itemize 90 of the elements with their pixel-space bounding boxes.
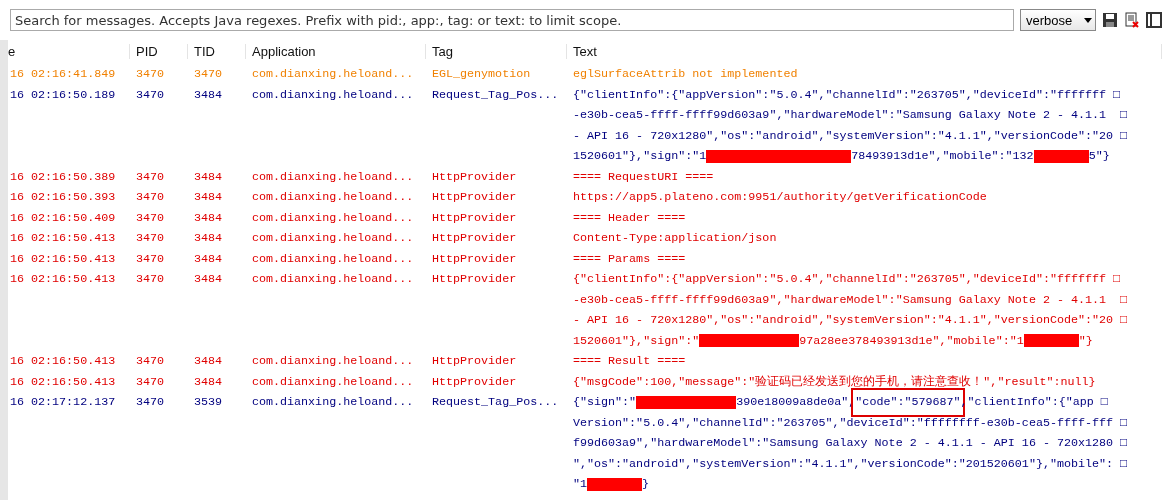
application-cell-text: com.dianxing.heloand... bbox=[251, 353, 415, 370]
redaction-mark bbox=[1033, 149, 1089, 163]
log-text-line: - API 16 - 720x1280","os":"android","systemVersion":"4.1.1","versionCode":"20 □ bbox=[573, 127, 1129, 145]
column-header[interactable]: e bbox=[8, 43, 130, 59]
pid-cell-text: 3470 bbox=[135, 250, 166, 268]
log-text-line: Version":"5.0.4","channelId":"263705","deviceId":"ffffffff-e30b-cea5-ffff-fff □ bbox=[573, 414, 1129, 432]
time-cell-text: 16 02:16:50.393 bbox=[9, 189, 117, 206]
log-text-line: ==== Params ==== bbox=[573, 250, 687, 268]
log-text-line: Content-Type:application/json bbox=[573, 230, 778, 247]
tag-cell-text: HttpProvider bbox=[431, 373, 518, 391]
log-text-line: - API 16 - 720x1280","os":"android","systemVersion":"4.1.1","versionCode":"20 □ bbox=[573, 312, 1129, 329]
application-cell-text: com.dianxing.heloand... bbox=[251, 66, 415, 83]
log-text-line: ==== Result ==== bbox=[573, 353, 687, 370]
tag-cell-text: Request_Tag_Pos... bbox=[431, 394, 560, 411]
pid-cell-text: 3470 bbox=[135, 209, 166, 227]
pid-cell-text: 3470 bbox=[135, 271, 166, 288]
redaction-mark bbox=[1023, 334, 1079, 348]
log-text-line: 1520601"},"sign":"1 78493913d1e","mobile":"132 5"} bbox=[573, 148, 1111, 165]
log-text-line: {"msgCode":100,"message":"验证码已经发送到您的手机，请注意查收！","result":null} bbox=[573, 373, 1097, 391]
tag-cell-text: HttpProvider bbox=[431, 168, 518, 186]
log-text-line: f99d603a9","hardwareModel":"Samsung Galaxy Note 2 - 4.1.1 - API 16 - 720x1280 □ bbox=[573, 435, 1129, 452]
pid-cell-text: 3470 bbox=[135, 86, 166, 104]
tid-cell-text: 3484 bbox=[193, 230, 224, 247]
log-text-line: {"clientInfo":{"appVersion":"5.0.4","channelId":"263705","deviceId":"fffffff □ bbox=[573, 271, 1122, 288]
time-cell-text: 16 02:16:50.409 bbox=[9, 209, 117, 227]
time-cell-text: 16 02:16:41.849 bbox=[9, 66, 117, 83]
tid-cell-text: 3484 bbox=[193, 373, 224, 391]
pid-cell-text: 3470 bbox=[135, 168, 166, 186]
tag-cell-text: HttpProvider bbox=[431, 271, 518, 288]
tid-cell-text: 3484 bbox=[193, 168, 224, 186]
time-cell-text: 16 02:16:50.189 bbox=[9, 86, 117, 104]
time-cell-text: 16 02:16:50.413 bbox=[9, 230, 117, 247]
log-text-line: "1 } bbox=[573, 476, 651, 493]
log-text-line: eglSurfaceAttrib not implemented bbox=[573, 66, 799, 83]
tid-cell-text: 3484 bbox=[193, 209, 224, 227]
time-cell-text: 16 02:16:50.413 bbox=[9, 271, 117, 288]
log-level-dropdown[interactable]: verbose bbox=[1020, 9, 1096, 31]
application-cell-text: com.dianxing.heloand... bbox=[251, 373, 415, 391]
time-cell-text: 16 02:16:50.413 bbox=[9, 353, 117, 370]
tag-cell-text: HttpProvider bbox=[431, 353, 518, 370]
application-cell-text: com.dianxing.heloand... bbox=[251, 168, 415, 186]
search-field[interactable]: Search for messages. Accepts Java regexes. Prefix with pid:, app:, tag: or text: to limit scope. bbox=[10, 9, 1014, 31]
column-header[interactable]: Text bbox=[567, 43, 1162, 59]
tag-cell-text: HttpProvider bbox=[431, 209, 518, 227]
tid-cell-text: 3539 bbox=[193, 394, 224, 411]
pid-cell-text: 3470 bbox=[135, 353, 166, 370]
log-text-line: ==== RequestURI ==== bbox=[573, 168, 715, 186]
tag-cell-text: EGL_genymotion bbox=[431, 66, 532, 83]
log-text-line: {"clientInfo":{"appVersion":"5.0.4","channelId":"263705","deviceId":"fffffff □ bbox=[573, 86, 1122, 104]
tid-cell-text: 3484 bbox=[193, 271, 224, 288]
time-cell-text: 16 02:16:50.389 bbox=[9, 168, 117, 186]
save-icon[interactable] bbox=[1102, 12, 1118, 28]
time-cell-text: 16 02:17:12.137 bbox=[9, 394, 117, 411]
caret-icon bbox=[1084, 17, 1092, 23]
time-cell-text: 16 02:16:50.413 bbox=[9, 250, 117, 268]
pid-cell-text: 3470 bbox=[135, 394, 166, 411]
application-cell-text: com.dianxing.heloand... bbox=[251, 230, 415, 247]
log-text-line: -e30b-cea5-ffff-ffff99d603a9","hardwareModel":"Samsung Galaxy Note 2 - 4.1.1 □ bbox=[573, 291, 1129, 309]
tag-cell-text: HttpProvider bbox=[431, 250, 518, 268]
application-cell-text: com.dianxing.heloand... bbox=[251, 271, 415, 288]
pid-cell-text: 3470 bbox=[135, 230, 166, 247]
column-header[interactable]: Application bbox=[246, 43, 426, 59]
pid-cell-text: 3470 bbox=[135, 66, 166, 83]
column-header[interactable]: PID bbox=[130, 43, 188, 59]
log-text-line: https://app5.plateno.com:9951/authority/getVerificationCode bbox=[573, 189, 988, 206]
log-text-line: ","os":"android","systemVersion":"4.1.1","versionCode":"201520601"},"mobile": □ bbox=[573, 455, 1129, 473]
redaction-mark bbox=[587, 477, 643, 491]
column-header[interactable]: Tag bbox=[426, 43, 567, 59]
clear-log-icon[interactable] bbox=[1124, 12, 1140, 28]
tid-cell-text: 3484 bbox=[193, 250, 224, 268]
application-cell-text: com.dianxing.heloand... bbox=[251, 209, 415, 227]
tid-cell-text: 3484 bbox=[193, 353, 224, 370]
application-cell-text: com.dianxing.heloand... bbox=[251, 250, 415, 268]
tid-cell-text: 3484 bbox=[193, 189, 224, 206]
time-cell-text: 16 02:16:50.413 bbox=[9, 373, 117, 391]
tag-cell-text: Request_Tag_Pos... bbox=[431, 86, 560, 104]
application-cell-text: com.dianxing.heloand... bbox=[251, 86, 415, 104]
tag-cell-text: HttpProvider bbox=[431, 189, 518, 206]
pid-cell-text: 3470 bbox=[135, 189, 166, 206]
panel-icon[interactable] bbox=[1146, 12, 1162, 28]
pid-cell-text: 3470 bbox=[135, 373, 166, 391]
log-text-line: ==== Header ==== bbox=[573, 209, 687, 227]
application-cell-text: com.dianxing.heloand... bbox=[251, 189, 415, 206]
tag-cell-text: HttpProvider bbox=[431, 230, 518, 247]
log-text-line: 1520601"},"sign":" 97a28ee378493913d1e","mobile":"1 "} bbox=[573, 332, 1094, 350]
application-cell-text: com.dianxing.heloand... bbox=[251, 394, 415, 411]
column-header[interactable]: TID bbox=[188, 43, 246, 59]
tid-cell-text: 3470 bbox=[193, 66, 224, 83]
tid-cell-text: 3484 bbox=[193, 86, 224, 104]
log-text-line: -e30b-cea5-ffff-ffff99d603a9","hardwareModel":"Samsung Galaxy Note 2 - 4.1.1 □ bbox=[573, 107, 1129, 124]
